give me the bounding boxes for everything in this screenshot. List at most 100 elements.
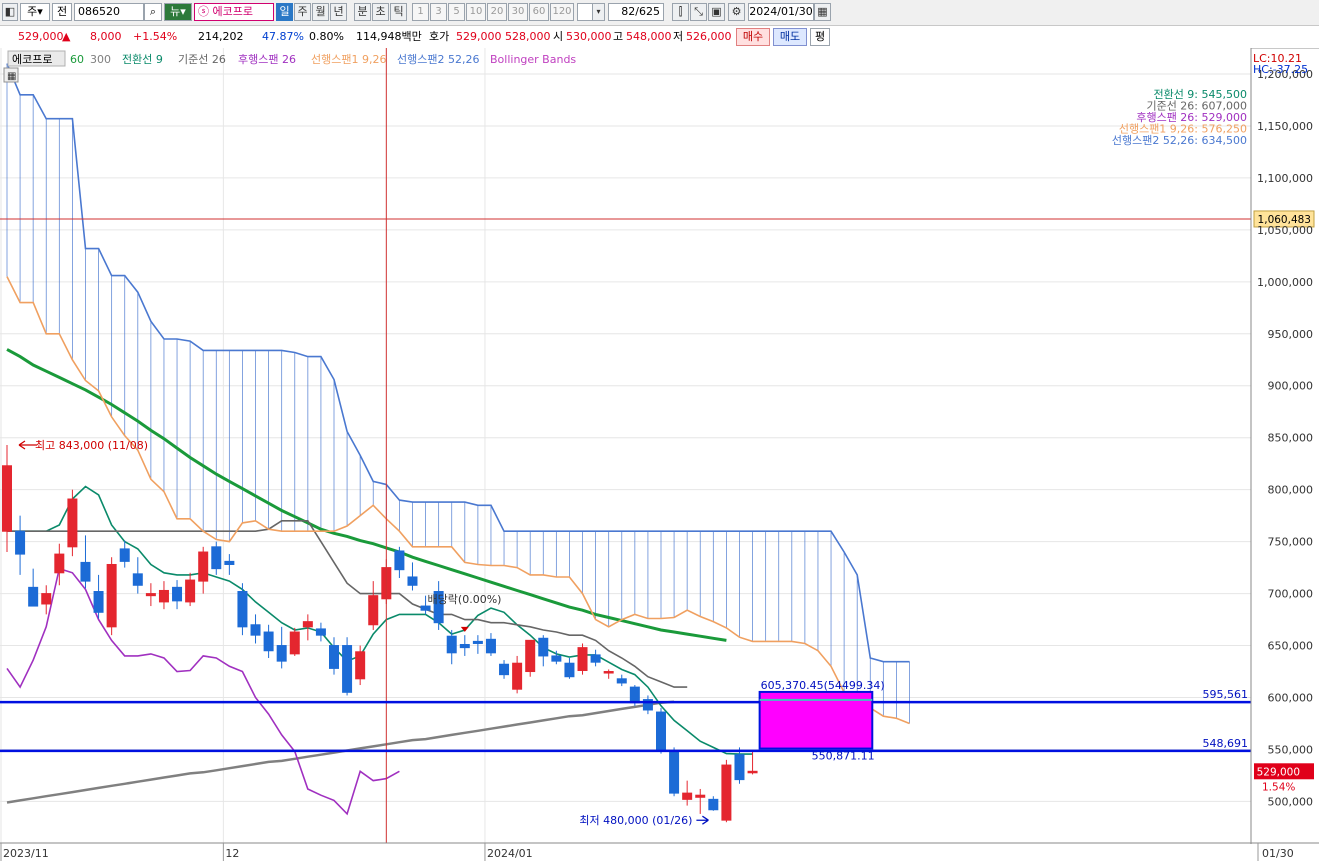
y-tick-label: 650,000 (1268, 640, 1314, 653)
save-icon[interactable]: ▣ (708, 3, 725, 21)
candle (41, 593, 52, 605)
low-annotation: 최저 480,000 (01/26) (579, 814, 692, 827)
gear-icon[interactable]: ⚙ (728, 3, 745, 21)
sell-button[interactable]: 매도 (773, 28, 807, 46)
candle (747, 770, 758, 774)
legend-name: 에코프로 (12, 53, 52, 66)
stock-name: 에코프로 (212, 5, 253, 18)
candle (276, 645, 287, 662)
code-input[interactable]: 086520 (74, 3, 144, 21)
candle (368, 595, 379, 626)
buy-button[interactable]: 매수 (736, 28, 770, 46)
interval-30[interactable]: 30 (508, 3, 528, 21)
candle (472, 640, 483, 644)
candle (551, 655, 562, 662)
x-tick-label: 12 (225, 847, 239, 860)
range-box-top-label: 605,370.45(54499.34) (761, 679, 885, 692)
candle (629, 686, 640, 704)
high-price: 548,000 (626, 30, 672, 43)
change-value: 8,000 (90, 30, 122, 43)
search-icon[interactable]: ⌕ (144, 3, 162, 21)
interval-120[interactable]: 120 (550, 3, 574, 21)
tab-day[interactable]: 일 (276, 3, 293, 21)
ichimoku-value: 선행스팬2 52,26: 634,500 (1112, 134, 1247, 147)
candle (499, 663, 510, 676)
y-tick-label: 900,000 (1268, 380, 1314, 393)
draw-tool-icon[interactable]: ⤡ (690, 3, 707, 21)
calendar-icon[interactable]: ▦ (814, 3, 831, 21)
y-tick-label: 800,000 (1268, 484, 1314, 497)
candle (158, 589, 169, 603)
hc-value: HC:-37.25 (1253, 63, 1308, 76)
candle (132, 573, 143, 586)
interval-60[interactable]: 60 (529, 3, 549, 21)
layout-icon[interactable]: ◧ (2, 3, 18, 21)
up-arrow-icon: ▲ (62, 30, 71, 43)
open-label: 시 (553, 30, 564, 43)
interval-5[interactable]: 5 (448, 3, 465, 21)
support-line-label: 595,561 (1203, 688, 1249, 701)
tab-week[interactable]: 주 (294, 3, 311, 21)
interval-1[interactable]: 1 (412, 3, 429, 21)
candle (80, 561, 91, 582)
date-field[interactable]: 2024/01/30 (748, 3, 814, 21)
tab-year[interactable]: 년 (330, 3, 347, 21)
legend-senkou1[interactable]: 선행스팬1 9,26 (311, 53, 386, 66)
candle (250, 624, 261, 636)
legend-ma60[interactable]: 60 (70, 53, 84, 66)
interval-10[interactable]: 10 (466, 3, 486, 21)
volume: 214,202 (198, 30, 244, 43)
candle (407, 576, 418, 586)
ex-rights-annotation: 배당락(0.00%) (428, 593, 502, 606)
candle (394, 550, 405, 571)
candle (603, 671, 614, 674)
candle (695, 794, 706, 798)
legend-chikou[interactable]: 후행스팬 26 (238, 53, 296, 66)
tab-minute[interactable]: 분 (354, 3, 371, 21)
candle (289, 631, 300, 655)
stock-name-field[interactable]: ⓢ 에코프로 (194, 3, 274, 21)
candle (616, 678, 627, 684)
current-price-percent: 1.54% (1262, 781, 1295, 793)
y-tick-label: 850,000 (1268, 432, 1314, 445)
ask-label: 호가 (429, 30, 450, 43)
x-tick-label: 2023/11 (3, 847, 49, 860)
interval-20[interactable]: 20 (487, 3, 507, 21)
candle (119, 548, 130, 562)
x-axis-bg (0, 844, 1319, 867)
candle (669, 751, 680, 794)
prev-button[interactable]: 전 (52, 3, 72, 21)
candle (512, 662, 523, 690)
count-field[interactable]: 82/625 (608, 3, 664, 21)
tab-month[interactable]: 월 (312, 3, 329, 21)
candle (211, 546, 222, 570)
bar-tool-icon[interactable]: ⫿ (672, 3, 689, 21)
tab-second[interactable]: 초 (372, 3, 389, 21)
candle (420, 605, 431, 611)
legend-bollinger[interactable]: Bollinger Bands (490, 53, 576, 66)
interval-3[interactable]: 3 (430, 3, 447, 21)
chevron-down-icon[interactable]: ▾ (592, 3, 605, 21)
legend-tenkan[interactable]: 전환선 9 (122, 53, 163, 66)
period-select[interactable]: 주▾ (20, 3, 50, 21)
grid-toggle-glyph: ▦ (7, 71, 16, 82)
candle (28, 586, 39, 607)
plot-area (0, 48, 1251, 843)
y-axis: 500,000 550,000 600,000 650,000 700,000 750,0… (1250, 48, 1314, 867)
trade-amount: 114,948백만 (356, 30, 422, 43)
volume-ratio: 47.87% (262, 30, 304, 43)
candle (656, 711, 666, 750)
turnover: 0.80% (309, 30, 344, 43)
legend-ma300[interactable]: 300 (90, 53, 111, 66)
legend-kijun[interactable]: 기준선 26 (178, 53, 226, 66)
price-chart[interactable]: 1,060,4832023/12/19(화)595,561548,691605,… (0, 48, 1319, 867)
toolbar: ◧ 주▾ 전 086520 ⌕ 뉴▾ ⓢ 에코프로 일 주 월 년 분 초 틱 … (0, 0, 1319, 26)
period-label: 주 (27, 5, 38, 18)
news-icon[interactable]: 뉴▾ (164, 3, 192, 21)
change-percent: +1.54% (133, 30, 178, 43)
y-tick-label: 950,000 (1268, 328, 1314, 341)
legend-senkou2[interactable]: 선행스팬2 52,26 (397, 53, 479, 66)
avg-button[interactable]: 평 (810, 28, 830, 46)
tab-tick[interactable]: 틱 (390, 3, 407, 21)
candle (185, 579, 196, 603)
